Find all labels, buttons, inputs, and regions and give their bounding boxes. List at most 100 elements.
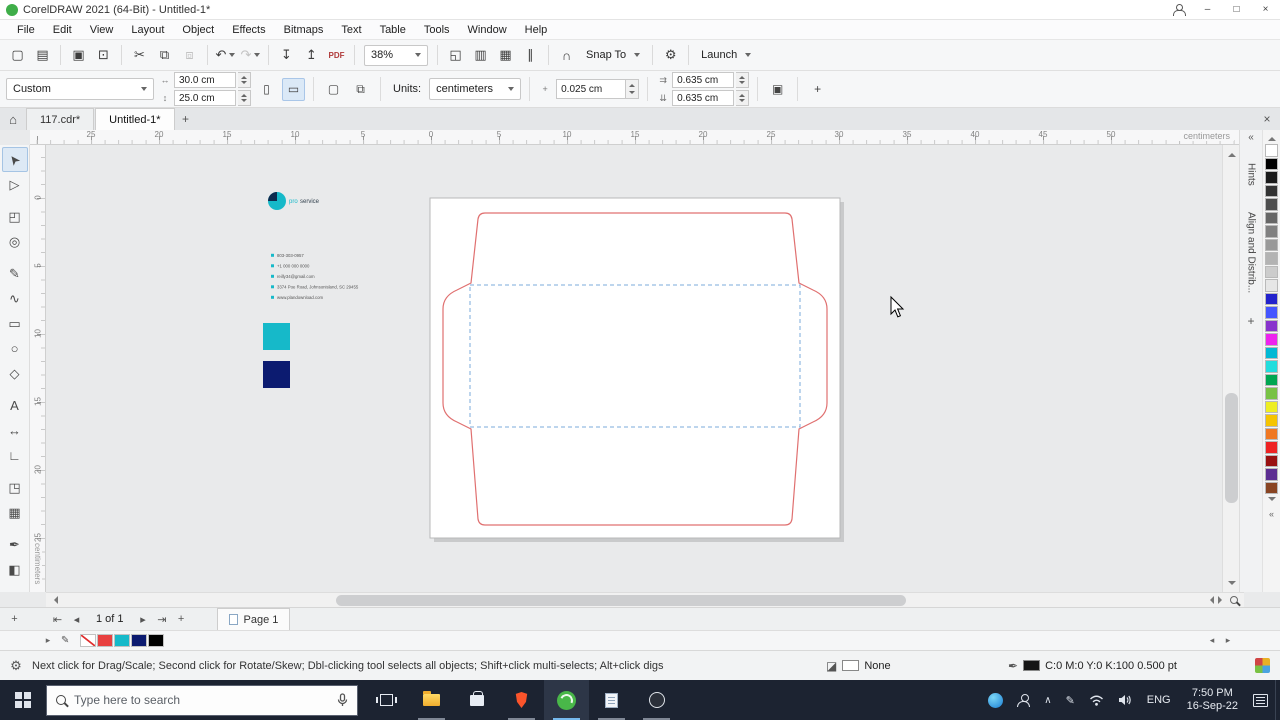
network-tray-button[interactable] xyxy=(1082,680,1111,720)
palette-swatch[interactable] xyxy=(1265,414,1278,427)
palette-swatch[interactable] xyxy=(1265,387,1278,400)
pick-tool[interactable]: ➤ xyxy=(1,147,28,172)
document-palette-swatch[interactable] xyxy=(114,634,131,647)
zoom-levels-select[interactable]: 38% xyxy=(364,44,428,66)
letterhead-logo[interactable]: pro service xyxy=(268,192,320,210)
palette-swatch[interactable] xyxy=(1265,468,1278,481)
welcome-screen-tab[interactable]: ⌂ xyxy=(0,108,26,130)
new-document-tab-button[interactable]: + xyxy=(176,109,196,129)
transparency-tool[interactable]: ▦ xyxy=(2,500,28,525)
palette-swatch[interactable] xyxy=(1265,427,1278,440)
hidden-icons-button[interactable]: ∧ xyxy=(1037,680,1058,720)
parallel-dimension-tool[interactable]: ↔ xyxy=(2,418,28,443)
drawing-area[interactable]: pro service 803-303-0957 +1 000 000 0000 r… xyxy=(46,145,1222,592)
previous-page-button[interactable]: ◂ xyxy=(67,610,86,629)
page-width-input[interactable]: 30.0 cm xyxy=(174,72,236,88)
palette-swatch[interactable] xyxy=(1265,373,1278,386)
palette-swatch[interactable] xyxy=(1265,171,1278,184)
show-desktop-button[interactable] xyxy=(1275,680,1280,720)
menu-bitmaps[interactable]: Bitmaps xyxy=(275,20,333,40)
start-button[interactable] xyxy=(0,680,46,720)
volume-tray-button[interactable] xyxy=(1111,680,1139,720)
docker-tab-1[interactable]: Align and Distrib... xyxy=(1246,203,1257,302)
show-guidelines-button[interactable]: ∥ xyxy=(518,43,543,67)
document-page[interactable] xyxy=(429,197,841,539)
account-button[interactable] xyxy=(1164,0,1193,20)
palette-swatch[interactable] xyxy=(1265,319,1278,332)
horizontal-scroll-thumb[interactable] xyxy=(336,595,906,606)
rectangle-tool[interactable]: ▭ xyxy=(2,311,28,336)
interactive-fill-tool[interactable]: ◧ xyxy=(2,557,28,582)
duplicate-x-input[interactable]: 0.635 cm xyxy=(672,72,735,88)
page-height-input[interactable]: 25.0 cm xyxy=(174,90,236,106)
nudge-spinner[interactable] xyxy=(626,79,640,99)
document-palette-swatch[interactable] xyxy=(80,634,97,647)
add-page-button[interactable]: + xyxy=(5,610,24,629)
text-tool[interactable]: A xyxy=(2,393,28,418)
customize-property-bar-button[interactable]: + xyxy=(806,78,829,101)
treat-as-filled-button[interactable]: ▣ xyxy=(766,78,789,101)
document-tab-117cdr[interactable]: 117.cdr* xyxy=(26,108,95,130)
menu-view[interactable]: View xyxy=(81,20,123,40)
open-button[interactable]: ▤ xyxy=(30,43,55,67)
menu-text[interactable]: Text xyxy=(332,20,370,40)
close-button[interactable]: × xyxy=(1251,0,1280,20)
language-indicator[interactable]: ENG xyxy=(1139,694,1179,706)
palette-swatch[interactable] xyxy=(1265,279,1278,292)
palette-swatch[interactable] xyxy=(1265,144,1278,157)
document-tab-untitled-1[interactable]: Untitled-1* xyxy=(95,108,175,130)
document-palette-swatch[interactable] xyxy=(97,634,114,647)
palette-swatch[interactable] xyxy=(1265,333,1278,346)
snap-to-menu-button[interactable]: Snap To xyxy=(579,49,647,61)
menu-layout[interactable]: Layout xyxy=(122,20,173,40)
landscape-button[interactable]: ▭ xyxy=(282,77,305,101)
docker-tab-0[interactable]: Hints xyxy=(1246,154,1257,195)
palette-swatch[interactable] xyxy=(1265,360,1278,373)
add-docker-button[interactable]: + xyxy=(1247,314,1254,328)
units-select[interactable]: centimeters xyxy=(429,78,522,100)
edge-tray-button[interactable] xyxy=(981,680,1010,720)
polygon-tool[interactable]: ◇ xyxy=(2,361,28,386)
microphone-icon[interactable] xyxy=(337,692,348,708)
color-eyedropper-tool[interactable]: ✒ xyxy=(2,532,28,557)
palette-swatch[interactable] xyxy=(1265,211,1278,224)
page-height-spinner[interactable] xyxy=(238,90,251,106)
horizontal-scrollbar[interactable] xyxy=(46,592,1204,607)
pen-tray-button[interactable]: ✎ xyxy=(1059,680,1082,720)
status-bar-settings-button[interactable]: ⚙ xyxy=(0,658,32,674)
action-center-button[interactable] xyxy=(1246,680,1275,720)
duplicate-y-spinner[interactable] xyxy=(736,90,750,106)
palette-swatch[interactable] xyxy=(1265,441,1278,454)
page-size-preset-select[interactable]: Custom xyxy=(6,78,154,100)
task-view-taskbar-button[interactable] xyxy=(364,680,409,720)
palette-swatch[interactable] xyxy=(1265,157,1278,170)
palette-swatch[interactable] xyxy=(1265,198,1278,211)
fill-color-swatch[interactable] xyxy=(842,660,860,671)
export-button[interactable]: ↥ xyxy=(299,43,324,67)
palette-swatch[interactable] xyxy=(1265,184,1278,197)
doc-palette-scroll-left-button[interactable]: ◂ xyxy=(1204,635,1220,646)
recorder-taskbar-button[interactable] xyxy=(634,680,679,720)
launch-menu-button[interactable]: Launch xyxy=(694,49,758,61)
palette-swatch[interactable] xyxy=(1265,252,1278,265)
document-palette-swatch[interactable] xyxy=(148,634,165,647)
nudge-input[interactable]: 0.025 cm xyxy=(556,79,627,99)
horizontal-ruler[interactable]: 25 20 15 10 5 0 5 10 15 20 25 30 35 40 45 50 centimeter… xyxy=(30,130,1240,145)
options-button[interactable]: ⚙ xyxy=(658,43,683,67)
menu-help[interactable]: Help xyxy=(516,20,557,40)
shape-tool[interactable]: ▷ xyxy=(2,172,28,197)
notepad-taskbar-button[interactable] xyxy=(589,680,634,720)
vertical-scroll-thumb[interactable] xyxy=(1225,393,1238,503)
scroll-left-button[interactable] xyxy=(46,593,61,608)
close-document-button[interactable]: × xyxy=(1254,108,1280,130)
current-page-size-button[interactable]: ▢ xyxy=(322,78,345,101)
show-grid-button[interactable]: ▦ xyxy=(493,43,518,67)
menu-object[interactable]: Object xyxy=(173,20,223,40)
palette-swatch[interactable] xyxy=(1265,346,1278,359)
save-button[interactable]: ▣ xyxy=(66,43,91,67)
expand-document-palette-button[interactable]: ▸ xyxy=(40,635,56,646)
people-tray-button[interactable] xyxy=(1010,680,1037,720)
vertical-ruler[interactable]: 0 5 10 15 20 25 centimeters xyxy=(30,145,46,592)
first-page-button[interactable]: ⇤ xyxy=(48,610,67,629)
file-explorer-taskbar-button[interactable] xyxy=(409,680,454,720)
